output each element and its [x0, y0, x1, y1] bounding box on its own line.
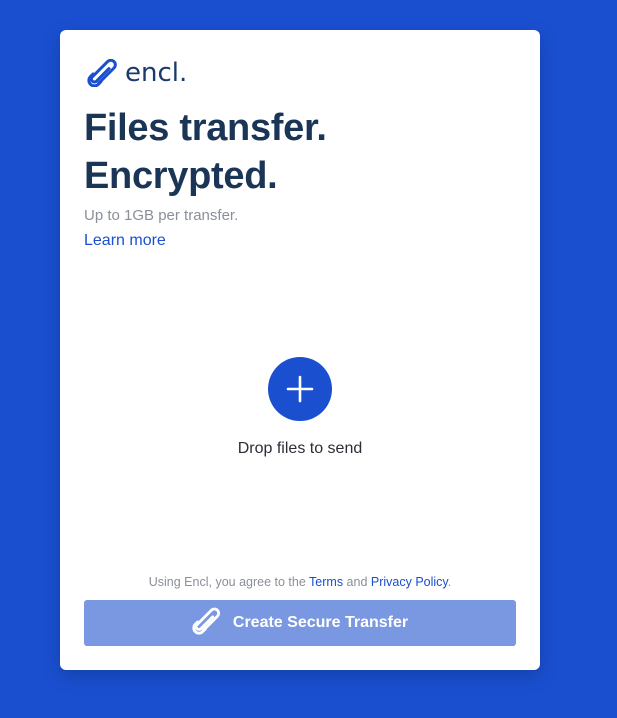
- transfer-limit-text: Up to 1GB per transfer.: [84, 207, 239, 224]
- file-drop-zone[interactable]: Drop files to send: [60, 350, 540, 470]
- legal-notice: Using Encl, you agree to the Terms and P…: [60, 575, 540, 589]
- paperclip-icon: [87, 59, 121, 87]
- plus-icon: [268, 375, 332, 403]
- privacy-policy-link[interactable]: Privacy Policy: [371, 575, 448, 589]
- learn-more-link[interactable]: Learn more: [84, 231, 166, 251]
- legal-prefix: Using Encl, you agree to the: [148, 575, 310, 589]
- brand-name: encl.: [125, 58, 188, 88]
- transfer-card: encl. Files transfer. Encrypted. Up to 1…: [60, 30, 540, 670]
- paperclip-icon: [192, 607, 233, 640]
- page-title: Files transfer. Encrypted.: [84, 104, 327, 200]
- drop-files-label: Drop files to send: [237, 440, 363, 457]
- create-secure-transfer-label: Create Secure Transfer: [232, 614, 409, 631]
- title-line-1: Files transfer.: [84, 107, 327, 149]
- add-files-button[interactable]: [268, 357, 332, 421]
- legal-suffix: .: [447, 575, 452, 589]
- create-secure-transfer-button[interactable]: Create Secure Transfer: [84, 600, 516, 646]
- brand-logo: encl.: [87, 56, 187, 90]
- terms-link[interactable]: Terms: [309, 575, 343, 589]
- title-line-2: Encrypted.: [84, 155, 278, 197]
- legal-middle: and: [343, 575, 371, 589]
